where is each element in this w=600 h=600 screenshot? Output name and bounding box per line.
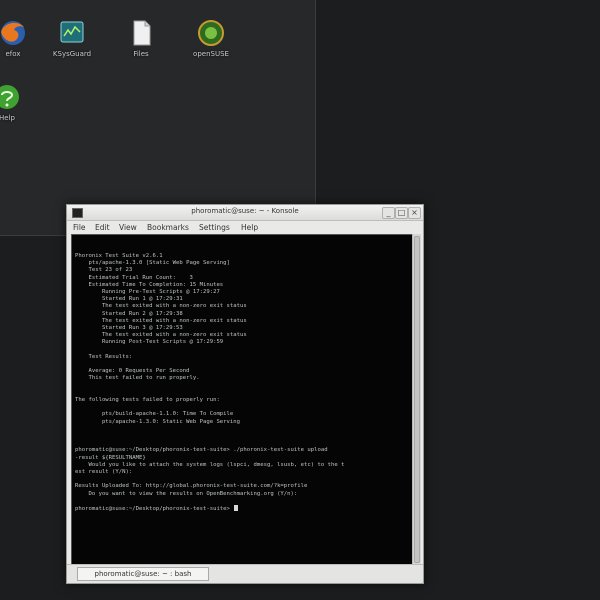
menu-bookmarks[interactable]: Bookmarks	[147, 223, 189, 232]
terminal-line: Estimated Trial Run Count: 3	[75, 274, 193, 281]
minimize-button[interactable]: _	[382, 207, 395, 219]
terminal-line: This test failed to run properly.	[75, 375, 200, 382]
document-icon	[126, 18, 156, 48]
tab-bar: phoromatic@suse: ~ : bash	[67, 564, 423, 583]
suse-chameleon-icon	[196, 18, 226, 48]
terminal-line: The test exited with a non-zero exit sta…	[75, 317, 247, 324]
terminal-line: Results Uploaded To: http://global.phoro…	[75, 483, 308, 490]
desktop-icon-label: openSUSE	[193, 50, 229, 58]
help-icon	[0, 82, 22, 112]
terminal-line: The following tests failed to properly r…	[75, 397, 220, 403]
terminal-output[interactable]: Phoronix Test Suite v2.6.1 pts/apache-1.…	[71, 234, 413, 567]
tab-terminal-session[interactable]: phoromatic@suse: ~ : bash	[77, 567, 209, 581]
terminal-line: Would you like to attach the system logs…	[75, 461, 345, 468]
system-monitor-icon	[57, 18, 87, 48]
firefox-icon	[0, 18, 28, 48]
terminal-line: -result ${RESULTNAME}	[75, 454, 146, 461]
desktop-icon-document[interactable]: Files	[106, 18, 176, 59]
terminal-line: pts/build-apache-1.1.0: Time To Compile	[75, 411, 234, 418]
menu-view[interactable]: View	[119, 223, 137, 232]
terminal-line: Started Run 3 @ 17:29:53	[75, 325, 183, 331]
desktop-icon-help[interactable]: Help	[0, 82, 42, 123]
desktop-icon-system-monitor[interactable]: KSysGuard	[37, 18, 107, 59]
terminal-line: Test Results:	[75, 353, 133, 360]
terminal-line: phoromatic@suse:~/Desktop/phoronix-test-…	[75, 505, 239, 513]
terminal-line: The test exited with a non-zero exit sta…	[75, 332, 247, 339]
konsole-window: phoromatic@suse: ~ - Konsole _ □ × File …	[66, 204, 424, 584]
menu-settings[interactable]: Settings	[199, 223, 230, 232]
terminal-line: The test exited with a non-zero exit sta…	[75, 303, 247, 310]
terminal-scrollbar[interactable]	[412, 234, 421, 565]
terminal-line: Phoronix Test Suite v2.6.1	[75, 253, 163, 259]
terminal-line: Running Pre-Test Scripts @ 17:29:27	[75, 289, 220, 295]
terminal-line: Started Run 1 @ 17:29:31	[75, 296, 183, 303]
desktop-icon-suse[interactable]: openSUSE	[176, 18, 246, 59]
desktop-icon-label: KSysGuard	[52, 50, 92, 58]
menubar: File Edit View Bookmarks Settings Help	[67, 221, 423, 234]
scrollbar-thumb[interactable]	[414, 236, 420, 563]
terminal-line: Average: 0 Requests Per Second	[75, 368, 190, 375]
window-title: phoromatic@suse: ~ - Konsole	[191, 207, 299, 215]
terminal-line: Estimated Time To Completion: 15 Minutes	[75, 281, 224, 288]
terminal-line: Started Run 2 @ 17:29:38	[75, 310, 183, 317]
terminal-line: phoromatic@suse:~/Desktop/phoronix-test-…	[75, 447, 328, 454]
terminal-line: Test 23 of 23	[75, 267, 133, 274]
terminal-cursor	[234, 505, 239, 511]
terminal-line: est result (Y/N):	[75, 469, 133, 475]
desktop-panel: efox KSysGuard Files openSUSE Help	[0, 0, 316, 236]
menu-edit[interactable]: Edit	[95, 223, 110, 232]
desktop-icon-label: Files	[133, 50, 149, 58]
desktop-icon-label: Help	[0, 114, 15, 122]
menu-help[interactable]: Help	[241, 223, 258, 232]
terminal-line: Do you want to view the results on OpenB…	[75, 490, 298, 497]
terminal-line: pts/apache-1.3.0 [Static Web Page Servin…	[75, 260, 230, 267]
terminal-line: pts/apache-1.3.0: Static Web Page Servin…	[75, 418, 241, 425]
maximize-button[interactable]: □	[395, 207, 408, 219]
menu-file[interactable]: File	[73, 223, 86, 232]
window-titlebar[interactable]: phoromatic@suse: ~ - Konsole _ □ ×	[67, 205, 423, 221]
close-button[interactable]: ×	[408, 207, 421, 219]
terminal-line: Running Post-Test Scripts @ 17:29:59	[75, 339, 224, 346]
